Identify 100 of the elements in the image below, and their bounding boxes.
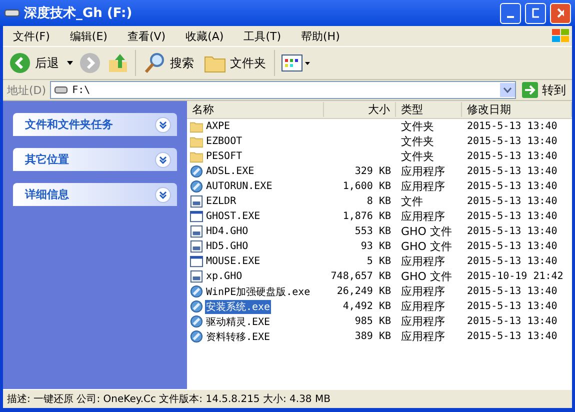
go-arrow-icon [522,82,538,98]
menu-item[interactable]: 文件(F) [3,28,60,44]
back-button[interactable]: 后退 [7,50,61,76]
file-size: 4,492 KB [342,301,392,312]
file-date: 2015-5-13 13:40 [466,136,558,147]
minimize-button[interactable] [500,2,521,24]
file-name[interactable]: HD5.GHO [205,241,250,252]
file-type: GHO 文件 [400,239,453,254]
file-name[interactable]: PESOFT [205,151,244,162]
application-icon [190,300,203,313]
file-name[interactable]: HD4.GHO [205,226,250,237]
file-size: 748,657 KB [330,271,392,282]
task-panel-header[interactable]: 文件和文件夹任务 [13,113,177,136]
document-icon [190,270,203,283]
dropdown-caret-icon[interactable] [67,61,73,65]
search-icon [144,52,166,74]
menu-item[interactable]: 帮助(H) [291,28,350,44]
menu-item[interactable]: 查看(V) [117,28,176,44]
file-name[interactable]: 安装系统.exe [205,300,272,314]
file-type: 应用程序 [400,314,446,329]
file-type: 应用程序 [400,164,446,179]
file-name[interactable]: 驱动精灵.EXE [205,314,272,328]
file-name[interactable]: EZLDR [205,196,238,207]
menu-item[interactable]: 编辑(E) [60,28,118,44]
document-icon [190,225,203,238]
file-size: 389 KB [354,331,392,342]
file-type: 应用程序 [400,284,446,299]
file-date: 2015-5-13 13:40 [466,196,558,207]
column-header[interactable]: 类型 [396,102,462,117]
file-date: 2015-5-13 13:40 [466,151,558,162]
application-icon [190,165,203,178]
file-date: 2015-5-13 13:40 [466,181,558,192]
file-size: 26,249 KB [336,286,392,297]
menu-item[interactable]: 收藏(A) [176,28,234,44]
folder-icon [190,135,203,148]
address-label: 地址(D) [7,82,46,98]
file-size: 5 KB [366,256,392,267]
file-date: 2015-5-13 13:40 [466,301,558,312]
file-date: 2015-5-13 13:40 [466,331,558,342]
file-type: 应用程序 [400,299,446,314]
minimize-icon [507,16,514,18]
file-date: 2015-5-13 13:40 [466,121,558,132]
window-title: 深度技术_Gh (F:) [24,4,134,22]
folder-icon [190,150,203,163]
file-date: 2015-5-13 13:40 [466,286,558,297]
windows-flag-icon [550,27,572,45]
file-type: 文件夹 [400,149,435,164]
chevron-icon [155,186,171,202]
file-name[interactable]: AXPE [205,121,232,132]
go-button[interactable]: 转到 [520,80,568,100]
column-header[interactable]: 大小 [324,102,396,117]
file-name[interactable]: ADSL.EXE [205,166,256,177]
task-panel-header[interactable]: 其它位置 [13,148,177,171]
maximize-button[interactable] [525,2,546,24]
file-date: 2015-5-13 13:40 [466,316,558,327]
document-icon [190,195,203,208]
column-header[interactable]: 修改日期 [462,102,572,117]
file-type: 应用程序 [400,254,446,269]
file-name[interactable]: xp.GHO [205,271,244,282]
file-date: 2015-5-13 13:40 [466,166,558,177]
status-text: 描述: 一键还原 公司: OneKey.Cc 文件版本: 14.5.8.215 大小: 4.38 MB [7,392,330,406]
file-date: 2015-10-19 21:42 [466,271,564,282]
file-size: 985 KB [354,316,392,327]
drive-icon [4,8,20,18]
drive-icon [54,86,68,94]
file-name[interactable]: AUTORUN.EXE [205,181,274,192]
views-icon[interactable] [281,53,311,73]
file-date: 2015-5-13 13:40 [466,226,558,237]
address-field[interactable]: F:\ [50,81,516,99]
file-name[interactable]: MOUSE.EXE [205,256,262,267]
file-type: 文件 [400,194,424,209]
close-button[interactable] [550,2,571,24]
file-size: 553 KB [354,226,392,237]
file-type: GHO 文件 [400,224,453,239]
column-header[interactable]: 名称 [187,102,324,117]
file-type: 应用程序 [400,329,446,344]
file-name[interactable]: EZBOOT [205,136,244,147]
maximize-icon [532,8,539,18]
file-date: 2015-5-13 13:40 [466,211,558,222]
file-type: 文件夹 [400,119,435,134]
application-icon [190,330,203,343]
file-size: 329 KB [354,166,392,177]
file-size: 1,600 KB [342,181,392,192]
folders-button[interactable]: 文件夹 [202,51,268,75]
file-type: 应用程序 [400,209,446,224]
application-icon [190,315,203,328]
file-name[interactable]: GHOST.EXE [205,211,262,222]
file-type: 应用程序 [400,179,446,194]
menu-item[interactable]: 工具(T) [234,28,291,44]
application-icon [190,285,203,298]
task-panel-header[interactable]: 详细信息 [13,183,177,206]
file-name[interactable]: WinPE加强硬盘版.exe [205,284,312,298]
file-name[interactable]: 资料转移.EXE [205,330,272,344]
file-size: 93 KB [360,241,392,252]
search-button[interactable]: 搜索 [142,50,196,76]
chevron-icon [155,152,171,168]
file-date: 2015-5-13 13:40 [466,256,558,267]
file-type: 文件夹 [400,134,435,149]
file-size: 1,876 KB [342,211,392,222]
document-icon [190,240,203,253]
